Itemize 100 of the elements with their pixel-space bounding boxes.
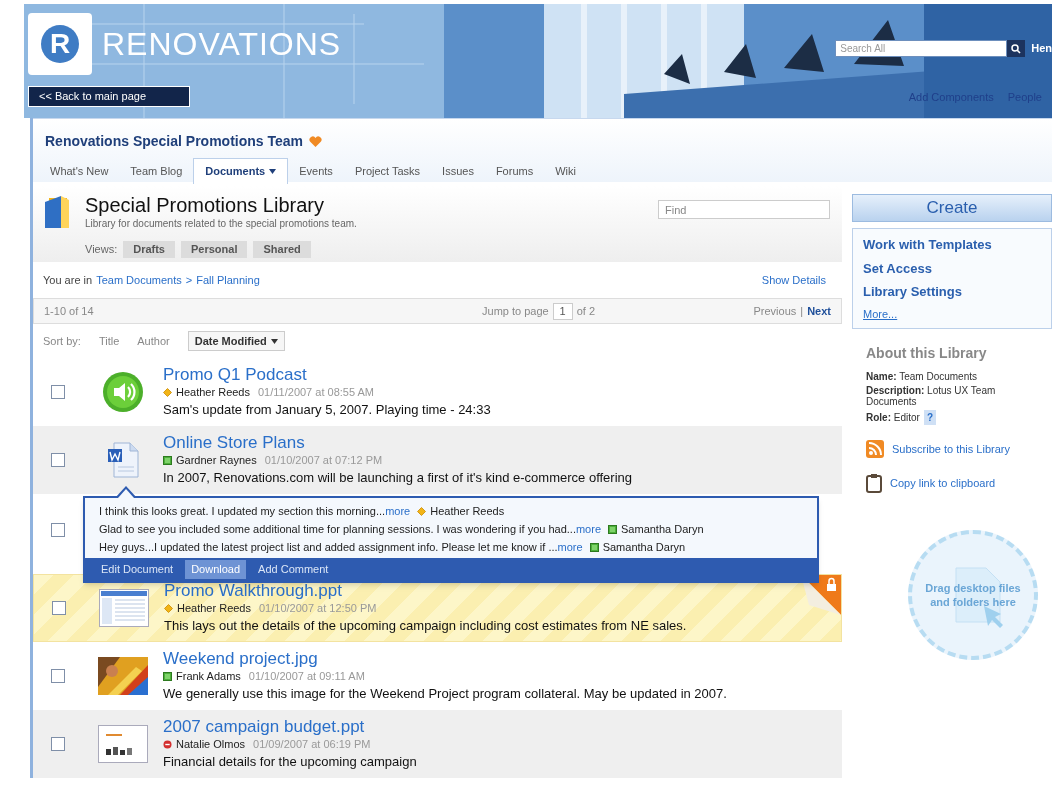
copy-link[interactable]: Copy link to clipboard — [890, 474, 996, 492]
library-action-link[interactable]: Set Access — [863, 258, 1041, 278]
sort-option[interactable]: Date Modified — [187, 331, 285, 351]
team-tab[interactable]: Project Tasks — [343, 158, 432, 184]
speaker-icon — [102, 371, 144, 413]
rss-icon — [866, 440, 884, 458]
popup-action-button[interactable]: Edit Document — [95, 560, 180, 579]
show-details-link[interactable]: Show Details — [761, 271, 832, 289]
slide-thumbnail — [98, 725, 148, 763]
sort-label: Sort by: — [43, 333, 81, 349]
modified-date: 01/11/2007 at 08:55 AM — [258, 385, 374, 399]
previous-link[interactable]: Previous — [753, 302, 797, 320]
brand-name: RENOVATIONS — [102, 25, 342, 64]
create-button[interactable]: Create — [852, 194, 1052, 222]
heart-icon — [309, 135, 323, 148]
author-name: Natalie Olmos — [176, 737, 246, 751]
about-detail: Name: Team Documents — [866, 371, 977, 382]
screenshot-thumbnail — [99, 589, 149, 627]
author-name: Heather Reeds — [176, 385, 250, 399]
logo-mark: R — [28, 13, 92, 75]
available-status-icon — [163, 671, 172, 681]
row-checkbox[interactable] — [51, 737, 65, 751]
document-title-link[interactable]: Promo Walkthrough.ppt — [164, 581, 687, 601]
more-link[interactable]: More... — [863, 305, 1041, 322]
document-title-link[interactable]: Promo Q1 Podcast — [163, 365, 491, 385]
team-tab[interactable]: Issues — [431, 158, 485, 184]
document-icon — [106, 441, 140, 479]
row-checkbox[interactable] — [51, 523, 65, 537]
library-subtitle: Library for documents related to the special promotions team. — [85, 217, 357, 231]
away-status-icon — [163, 387, 172, 397]
row-checkbox[interactable] — [51, 385, 65, 399]
document-description: Financial details for the upcoming campaign — [163, 753, 417, 771]
breadcrumb-link[interactable]: Fall Planning — [196, 271, 260, 289]
search-button[interactable] — [1007, 40, 1026, 57]
clipboard-icon — [866, 473, 882, 493]
sort-option[interactable]: Author — [137, 331, 170, 351]
document-title-link[interactable]: Online Store Plans — [163, 433, 633, 453]
author-name: Gardner Raynes — [176, 453, 257, 467]
modified-date: 01/10/2007 at 09:11 AM — [248, 669, 365, 683]
author-name: Frank Adams — [176, 669, 241, 683]
document-description: In 2007, Renovations.com will be launching a first of it's kind e-commerce offering — [163, 469, 633, 487]
next-link[interactable]: Next — [807, 302, 831, 320]
library-action-link[interactable]: Library Settings — [863, 282, 1041, 302]
more-link[interactable]: more — [575, 522, 601, 537]
document-description: This lays out the details of the upcoming campaign including cost estimates from NE sales. — [164, 617, 687, 635]
comment-text: I think this looks great. I updated my section this morning... — [99, 504, 386, 519]
modified-date: 01/09/2007 at 06:19 PM — [253, 737, 371, 751]
subscribe-link[interactable]: Subscribe to this Library — [892, 440, 1010, 458]
pager-separator: | — [800, 303, 804, 319]
find-field[interactable]: Find — [658, 200, 830, 219]
modified-date: 01/10/2007 at 12:50 PM — [259, 601, 377, 615]
about-title: About this Library — [866, 344, 988, 363]
about-detail: Role: Editor — [866, 412, 920, 423]
breadcrumb-link[interactable]: Team Documents — [96, 271, 182, 289]
help-badge[interactable]: ? — [923, 410, 936, 425]
away-status-icon — [164, 603, 173, 613]
library-title: Special Promotions Library — [85, 194, 325, 216]
user-name: Hen — [1031, 41, 1052, 57]
comment-text: Hey guys...I updated the latest project list and added assignment info. Please let me know if ... — [99, 540, 558, 555]
view-button[interactable]: Personal — [181, 241, 248, 258]
available-status-icon — [163, 455, 172, 465]
team-tab[interactable]: What's New — [39, 158, 120, 184]
view-button[interactable]: Shared — [253, 241, 311, 258]
comment-author: Heather Reeds — [430, 504, 505, 519]
team-tab[interactable]: Wiki — [544, 158, 587, 184]
document-description: Sam's update from January 5, 2007. Playing time - 24:33 — [163, 401, 491, 419]
team-tab[interactable]: Team Blog — [119, 158, 194, 184]
team-tab[interactable]: Events — [288, 158, 344, 184]
more-link[interactable]: more — [557, 540, 583, 555]
caret-icon — [270, 338, 278, 344]
row-checkbox[interactable] — [52, 601, 66, 615]
busy-status-icon — [163, 739, 172, 749]
sort-option[interactable]: Title — [98, 331, 120, 351]
more-link[interactable]: more — [385, 504, 411, 519]
available-status-icon — [608, 525, 617, 534]
row-checkbox[interactable] — [51, 453, 65, 467]
comment-text: Glad to see you included some additional time for planning sessions. I was wondering if you had... — [99, 522, 576, 537]
popup-action-button[interactable]: Download — [185, 560, 247, 579]
about-detail: Description: Lotus UX Team Documents — [866, 385, 997, 407]
popup-action-button[interactable]: Add Comment — [252, 560, 335, 579]
result-range: 1-10 of 14 — [44, 303, 94, 319]
page-count: of 2 — [576, 303, 596, 319]
document-description: We generally use this image for the Weekend Project program collateral. May be updated in 2007. — [163, 685, 727, 703]
page-field[interactable]: 1 — [552, 302, 573, 320]
breadcrumb-prefix: You are in — [43, 272, 93, 288]
view-button[interactable]: Drafts — [123, 241, 175, 258]
back-button[interactable]: << Back to main page — [28, 86, 190, 107]
author-name: Heather Reeds — [177, 601, 251, 615]
row-checkbox[interactable] — [51, 669, 65, 683]
comment-author: Samantha Daryn — [602, 540, 686, 555]
drop-zone-text: Drag desktop files and folders here — [924, 581, 1022, 609]
search-field[interactable]: Search All — [835, 40, 1008, 57]
away-status-icon — [417, 507, 427, 516]
library-action-link[interactable]: Work with Templates — [863, 235, 1041, 255]
comment-author: Samantha Daryn — [621, 522, 704, 537]
document-title-link[interactable]: Weekend project.jpg — [163, 649, 727, 669]
team-tab[interactable]: Forums — [484, 158, 545, 184]
document-title-link[interactable]: 2007 campaign budget.ppt — [163, 717, 417, 737]
breadcrumb-separator: > — [185, 272, 193, 288]
team-tab[interactable]: Documents — [193, 158, 289, 184]
